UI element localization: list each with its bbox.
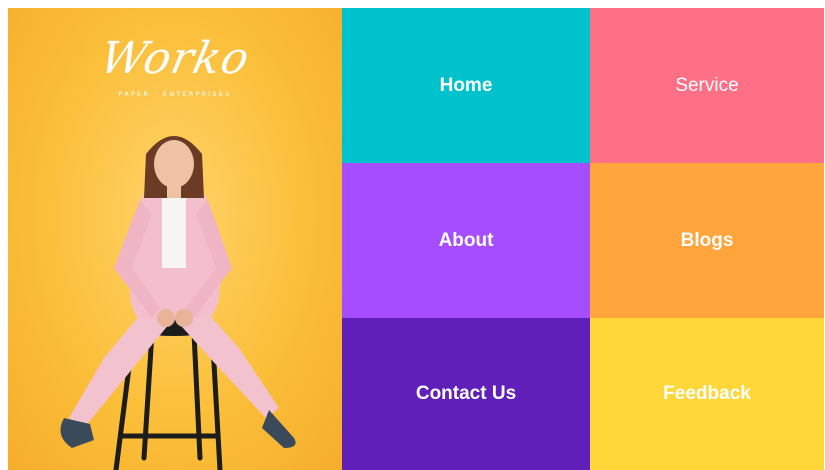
nav-tile-blogs[interactable]: Blogs — [590, 163, 824, 318]
nav-tile-label: Home — [439, 74, 493, 96]
nav-tile-label: Contact Us — [415, 383, 517, 404]
brand-logo[interactable]: Worko PAPER · ENTERPRISES — [8, 33, 342, 98]
nav-tile-label: Blogs — [680, 229, 734, 251]
hero-photo-person — [60, 136, 296, 470]
nav-tile-service[interactable]: Service — [590, 8, 824, 163]
nav-tile-home[interactable]: Home — [342, 8, 590, 163]
brand-tagline: PAPER · ENTERPRISES — [118, 90, 232, 98]
nav-tile-label: Feedback — [663, 383, 751, 404]
nav-tile-about[interactable]: About — [342, 163, 590, 318]
page-frame: Worko PAPER · ENTERPRISES Home Service A… — [8, 8, 824, 470]
nav-tile-feedback[interactable]: Feedback — [590, 318, 824, 470]
brand-name: Worko — [95, 33, 255, 84]
hero-panel: Worko PAPER · ENTERPRISES — [8, 8, 342, 470]
nav-grid: Home Service About Blogs Contact Us Feed… — [342, 8, 824, 470]
nav-tile-label: Service — [675, 74, 739, 96]
nav-tile-label: About — [438, 229, 494, 251]
nav-tile-contact-us[interactable]: Contact Us — [342, 318, 590, 470]
